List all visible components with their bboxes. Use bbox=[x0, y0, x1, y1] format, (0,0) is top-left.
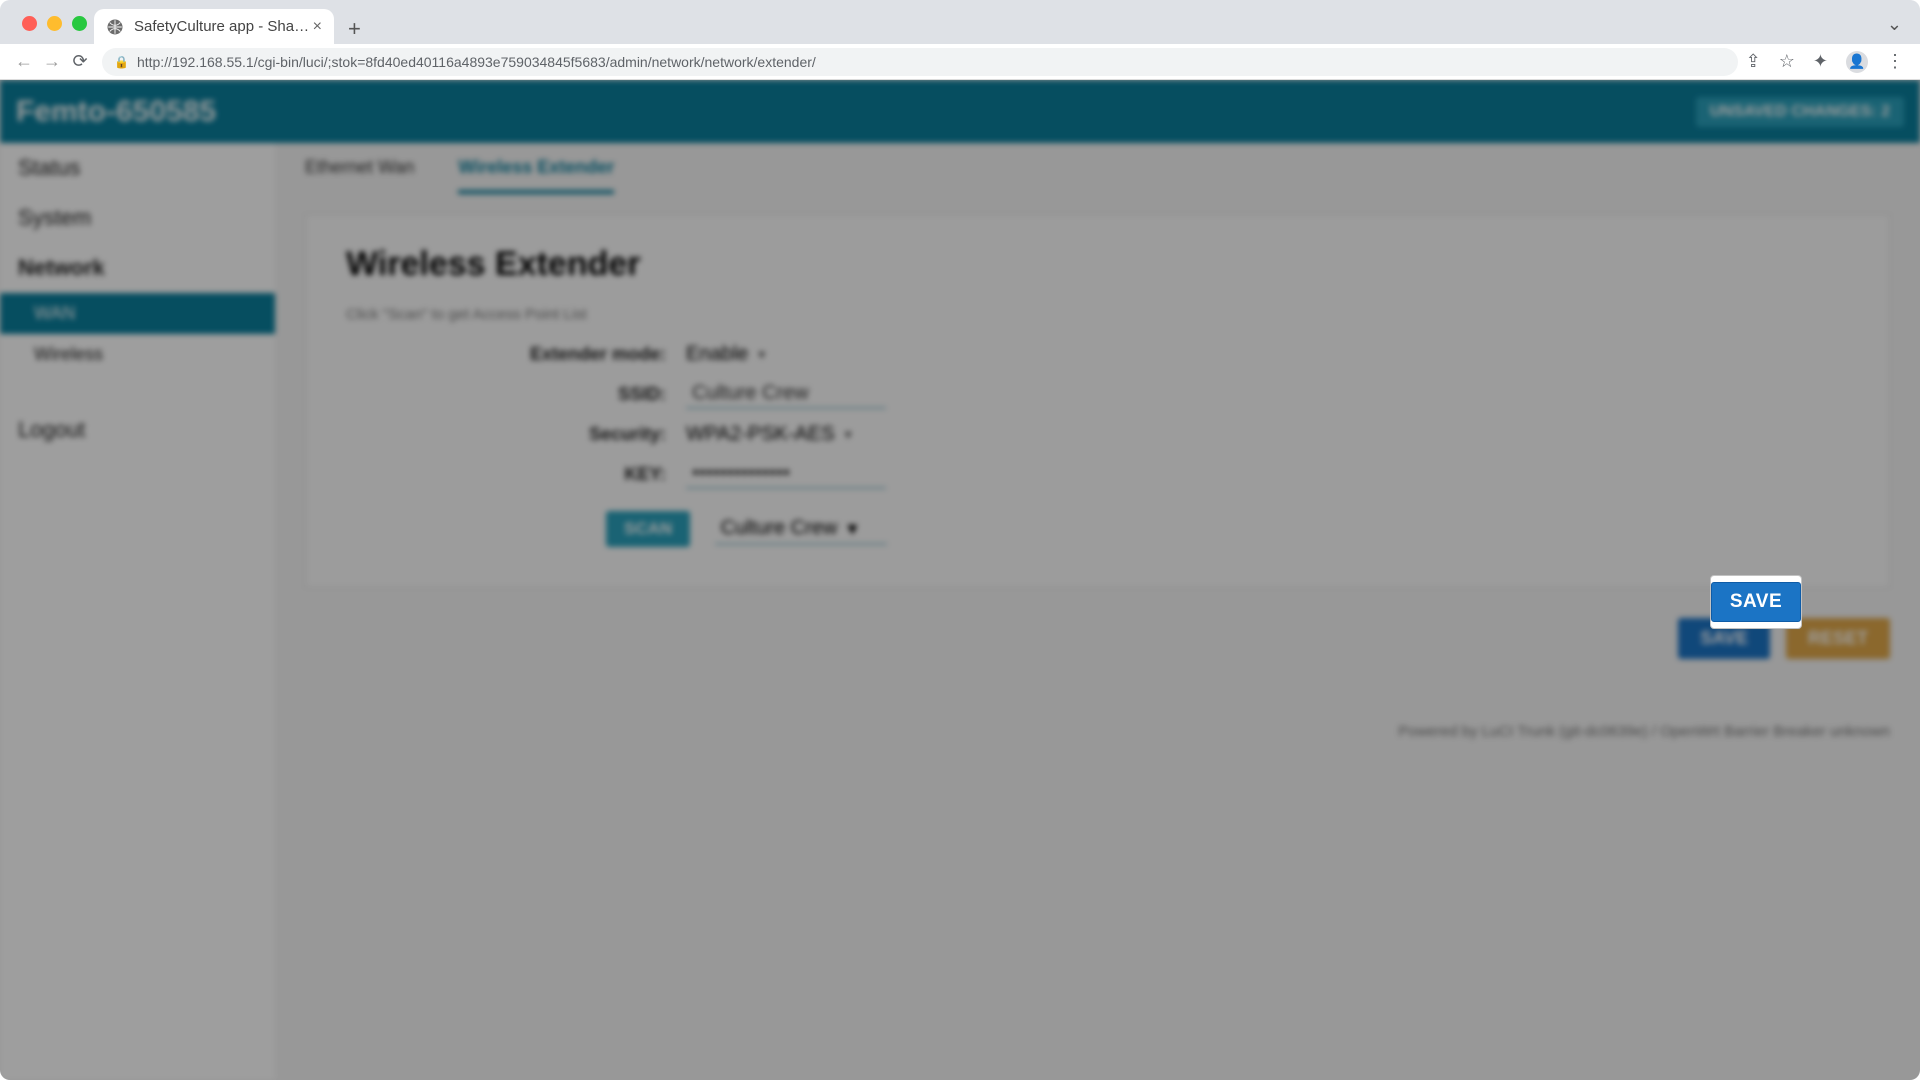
kebab-menu-icon[interactable]: ⋮ bbox=[1886, 51, 1904, 72]
toolbar-right-icons: ⇪ ☆ ✦ 👤 ⋮ bbox=[1746, 51, 1910, 73]
tab-overflow-icon[interactable]: ⌄ bbox=[1887, 14, 1902, 35]
browser-tab[interactable]: SafetyCulture app - SharePoint × bbox=[94, 9, 334, 44]
new-tab-button[interactable]: + bbox=[348, 16, 361, 42]
window-maximize-icon[interactable] bbox=[72, 16, 87, 31]
traffic-lights bbox=[22, 16, 87, 31]
browser-toolbar: ← → ⟳ 🔒 http://192.168.55.1/cgi-bin/luci… bbox=[0, 44, 1920, 80]
tab-title: SafetyCulture app - SharePoint bbox=[134, 18, 313, 35]
lock-icon: 🔒 bbox=[114, 55, 129, 69]
save-button[interactable]: SAVE bbox=[1711, 582, 1801, 622]
dim-overlay bbox=[0, 80, 1920, 1080]
tab-favicon bbox=[106, 18, 124, 36]
tab-close-icon[interactable]: × bbox=[313, 18, 322, 36]
profile-avatar[interactable]: 👤 bbox=[1846, 51, 1868, 73]
page-viewport: Femto-650585 UNSAVED CHANGES: 2 Status S… bbox=[0, 80, 1920, 1080]
window-close-icon[interactable] bbox=[22, 16, 37, 31]
share-icon[interactable]: ⇪ bbox=[1746, 51, 1761, 72]
window-minimize-icon[interactable] bbox=[47, 16, 62, 31]
address-bar[interactable]: 🔒 http://192.168.55.1/cgi-bin/luci/;stok… bbox=[102, 48, 1738, 76]
forward-button[interactable]: → bbox=[38, 51, 66, 72]
url-text: http://192.168.55.1/cgi-bin/luci/;stok=8… bbox=[137, 54, 816, 70]
extensions-icon[interactable]: ✦ bbox=[1813, 51, 1828, 72]
bookmark-icon[interactable]: ☆ bbox=[1779, 51, 1795, 72]
save-highlight-frame: SAVE bbox=[1710, 575, 1802, 629]
browser-window: SafetyCulture app - SharePoint × + ⌄ ← →… bbox=[0, 0, 1920, 1080]
back-button[interactable]: ← bbox=[10, 51, 38, 72]
tab-strip: SafetyCulture app - SharePoint × + ⌄ bbox=[0, 0, 1920, 44]
reload-button[interactable]: ⟳ bbox=[66, 51, 94, 72]
